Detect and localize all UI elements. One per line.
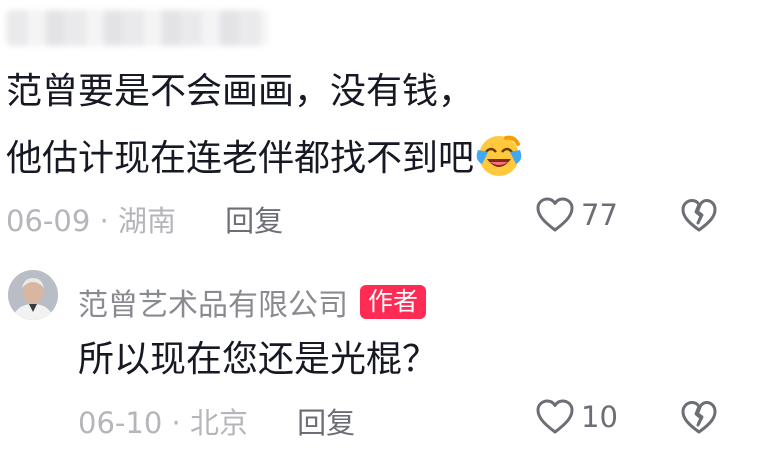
meta-separator: · bbox=[90, 204, 118, 238]
like-button[interactable]: 77 bbox=[535, 196, 618, 234]
heart-outline-icon bbox=[536, 399, 574, 434]
author-name[interactable]: 范曾艺术品有限公司 bbox=[78, 280, 348, 324]
reply-button[interactable]: 回复 bbox=[225, 204, 283, 238]
comment-meta: 06-09 · 湖南 回复 bbox=[6, 198, 283, 240]
comment-date: 06-09 bbox=[6, 204, 91, 238]
like-button[interactable]: 10 bbox=[535, 398, 618, 436]
reply-meta: 06-10 · 北京 回复 bbox=[78, 400, 355, 442]
reply-location: 北京 bbox=[189, 406, 248, 440]
comment-text-line-1: 范曾要是不会画画，没有钱， bbox=[6, 71, 475, 112]
like-count: 10 bbox=[581, 400, 618, 434]
reply-text: 所以现在您还是光棍？ bbox=[78, 339, 439, 380]
like-count: 77 bbox=[581, 198, 618, 232]
author-avatar[interactable] bbox=[8, 270, 58, 320]
heart-outline-icon bbox=[536, 197, 574, 232]
reply-date: 06-10 bbox=[78, 406, 163, 440]
author-badge: 作者 bbox=[360, 285, 427, 319]
comment-text-line-2-content: 他估计现在连老伴都找不到吧 bbox=[6, 138, 475, 179]
blurred-username[interactable] bbox=[6, 10, 268, 46]
comment-location: 湖南 bbox=[117, 204, 176, 238]
laughing-crying-emoji-icon bbox=[476, 135, 522, 176]
comment-text-line-2: 他估计现在连老伴都找不到吧 bbox=[6, 132, 522, 181]
reply-button[interactable]: 回复 bbox=[297, 406, 355, 440]
author-row: 范曾艺术品有限公司 作者 bbox=[78, 280, 427, 324]
meta-separator: · bbox=[162, 406, 190, 440]
broken-heart-icon[interactable] bbox=[680, 197, 718, 235]
avatar-portrait-icon bbox=[8, 270, 58, 320]
broken-heart-icon[interactable] bbox=[680, 399, 718, 437]
